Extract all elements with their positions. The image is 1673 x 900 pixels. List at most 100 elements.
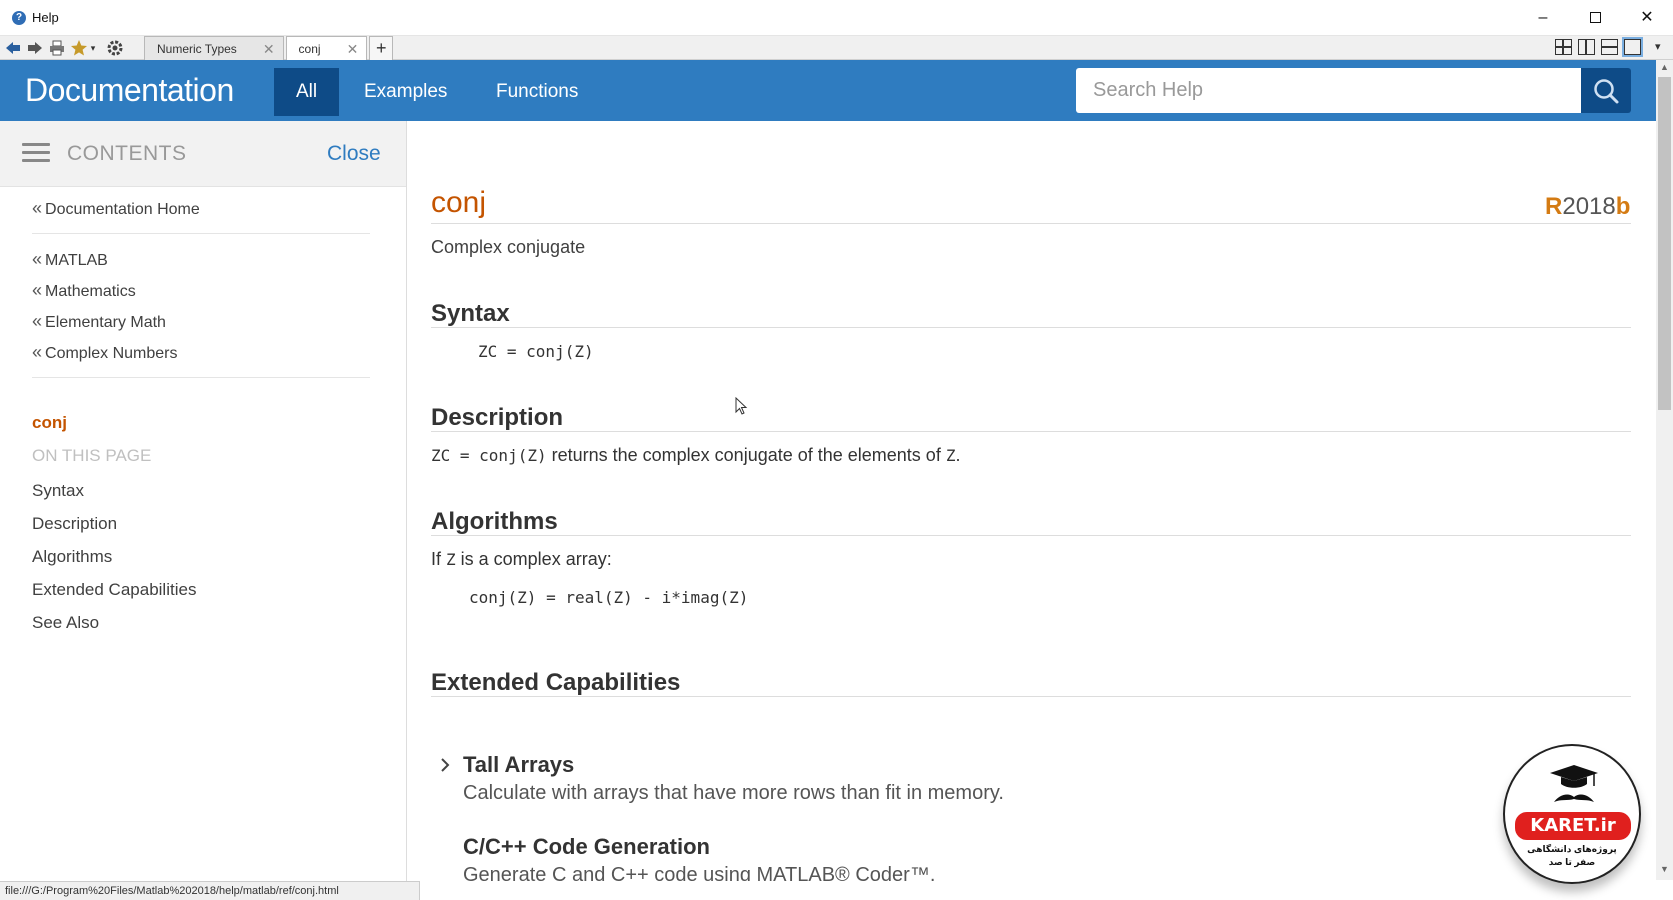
algorithms-text: is a complex array: [455, 549, 612, 569]
favorites-star-icon[interactable] [70, 39, 88, 57]
breadcrumb-marker: « [32, 280, 43, 300]
new-tab-button[interactable]: + [369, 36, 394, 60]
watermark-brand: KARET.ir [1515, 812, 1631, 840]
tab-examples[interactable]: Examples [344, 68, 467, 116]
capability-code-generation-title[interactable]: C/C++ Code Generation [463, 834, 710, 860]
search-input[interactable]: Search Help [1076, 68, 1581, 113]
watermark-line2: صفر تا صد [1548, 857, 1596, 867]
graduation-cap-icon [1550, 765, 1598, 788]
breadcrumb-label: MATLAB [45, 252, 108, 269]
window-titlebar: ? Help – ✕ [0, 0, 1673, 36]
hamburger-menu-icon[interactable] [22, 143, 50, 163]
toc-link-see-also[interactable]: See Also [32, 613, 99, 633]
contents-sidebar: CONTENTS Close «Documentation Home «MATL… [0, 121, 407, 881]
scrollbar-thumb[interactable] [1658, 77, 1671, 410]
vertical-scrollbar[interactable]: ▲ ▼ [1656, 60, 1673, 880]
chevron-right-icon[interactable] [439, 757, 451, 778]
close-window-button[interactable]: ✕ [1624, 4, 1670, 32]
breadcrumb-marker: « [32, 249, 43, 269]
description-heading: Description [431, 404, 564, 431]
breadcrumb-documentation-home[interactable]: «Documentation Home [32, 198, 200, 219]
search-button[interactable] [1581, 68, 1631, 113]
divider [431, 327, 1631, 328]
breadcrumb-elementary-math[interactable]: «Elementary Math [32, 311, 166, 332]
maximize-button[interactable] [1572, 4, 1618, 32]
mustache-icon [1554, 794, 1594, 802]
description-end: . [955, 445, 961, 465]
documentation-title[interactable]: Documentation [25, 72, 234, 109]
search-icon [1594, 79, 1619, 104]
breadcrumb-label: Complex Numbers [45, 345, 178, 362]
divider [32, 377, 370, 378]
breadcrumb-complex-numbers[interactable]: «Complex Numbers [32, 342, 178, 363]
layout-switcher [1555, 37, 1643, 57]
syntax-code[interactable]: ZC = conj(Z) [478, 342, 594, 361]
favorites-dropdown-icon[interactable]: ▾ [88, 39, 98, 57]
toc-link-algorithms[interactable]: Algorithms [32, 547, 112, 567]
release-badge: R2018b [1545, 193, 1630, 221]
window-title: Help [32, 10, 59, 25]
breadcrumb-mathematics[interactable]: «Mathematics [32, 280, 136, 301]
divider [32, 233, 370, 234]
tab-all[interactable]: All [274, 68, 339, 116]
scroll-down-icon[interactable]: ▼ [1656, 864, 1673, 874]
divider [431, 223, 1631, 224]
algorithms-paragraph: If Z is a complex array: [431, 549, 612, 570]
watermark-line1: پروژه‌های دانشگاهی [1527, 844, 1617, 854]
tab-numeric-types[interactable]: Numeric Types ✕ [144, 36, 284, 60]
inline-code: Z [446, 550, 456, 569]
breadcrumb-marker: « [32, 198, 43, 218]
toc-link-description[interactable]: Description [32, 514, 117, 534]
tab-label: Numeric Types [157, 41, 237, 56]
forward-arrow-icon[interactable] [26, 39, 44, 57]
contents-header: CONTENTS Close [0, 121, 406, 187]
status-bar-url: file:///G:/Program%20Files/Matlab%202018… [0, 881, 420, 900]
tab-close-icon[interactable]: ✕ [347, 38, 359, 60]
extended-capabilities-heading: Extended Capabilities [431, 669, 681, 696]
tab-label: conj [298, 41, 321, 56]
karet-watermark-logo: KARET.ir پروژه‌های دانشگاهی صفر تا صد [1503, 744, 1641, 884]
layout-grid-icon[interactable] [1555, 39, 1572, 55]
divider [431, 696, 1631, 697]
back-arrow-icon[interactable] [4, 39, 22, 57]
help-app-icon: ? [12, 11, 26, 25]
tab-close-icon[interactable]: ✕ [263, 38, 275, 60]
description-text: returns the complex conjugate of the ele… [546, 445, 946, 465]
breadcrumb-matlab[interactable]: «MATLAB [32, 249, 108, 270]
scroll-up-icon[interactable]: ▲ [1656, 62, 1673, 72]
breadcrumb-label: Elementary Math [45, 314, 166, 331]
algorithms-text: If [431, 549, 447, 569]
capability-tall-arrays-title[interactable]: Tall Arrays [463, 752, 574, 778]
toc-link-syntax[interactable]: Syntax [32, 481, 84, 501]
toolbar-overflow-icon[interactable]: ▾ [1655, 40, 1661, 53]
page-title: conj [431, 186, 487, 219]
syntax-heading: Syntax [431, 300, 510, 327]
layout-split-vertical-icon[interactable] [1578, 39, 1595, 55]
layout-single-icon[interactable] [1622, 37, 1643, 57]
print-icon[interactable] [48, 39, 66, 57]
contents-label: CONTENTS [67, 142, 187, 165]
current-page-link[interactable]: conj [32, 413, 67, 433]
algorithms-heading: Algorithms [431, 508, 558, 535]
algorithms-code[interactable]: conj(Z) = real(Z) - i*imag(Z) [469, 588, 748, 607]
capability-tall-arrays-desc: Calculate with arrays that have more row… [463, 782, 1004, 804]
minimize-button[interactable]: – [1520, 4, 1566, 32]
release-suffix: b [1615, 193, 1631, 220]
breadcrumb-marker: « [32, 342, 43, 362]
tab-conj[interactable]: conj ✕ [285, 36, 368, 60]
toc-link-extended-capabilities[interactable]: Extended Capabilities [32, 580, 196, 600]
breadcrumb-marker: « [32, 311, 43, 331]
maximize-icon [1589, 12, 1601, 24]
divider [431, 431, 1631, 432]
breadcrumb-label: Mathematics [45, 283, 136, 300]
divider [431, 535, 1631, 536]
tab-functions[interactable]: Functions [476, 68, 598, 116]
gear-icon[interactable] [106, 39, 124, 57]
inline-code: ZC = conj(Z) [431, 446, 547, 465]
release-year: 2018 [1562, 193, 1616, 220]
main-content: conj R2018b Complex conjugate Syntax ZC … [407, 121, 1656, 881]
close-contents-button[interactable]: Close [327, 142, 381, 166]
release-prefix: R [1545, 193, 1563, 220]
documentation-header: Documentation All Examples Functions Sea… [0, 60, 1656, 121]
layout-split-horizontal-icon[interactable] [1601, 39, 1618, 55]
